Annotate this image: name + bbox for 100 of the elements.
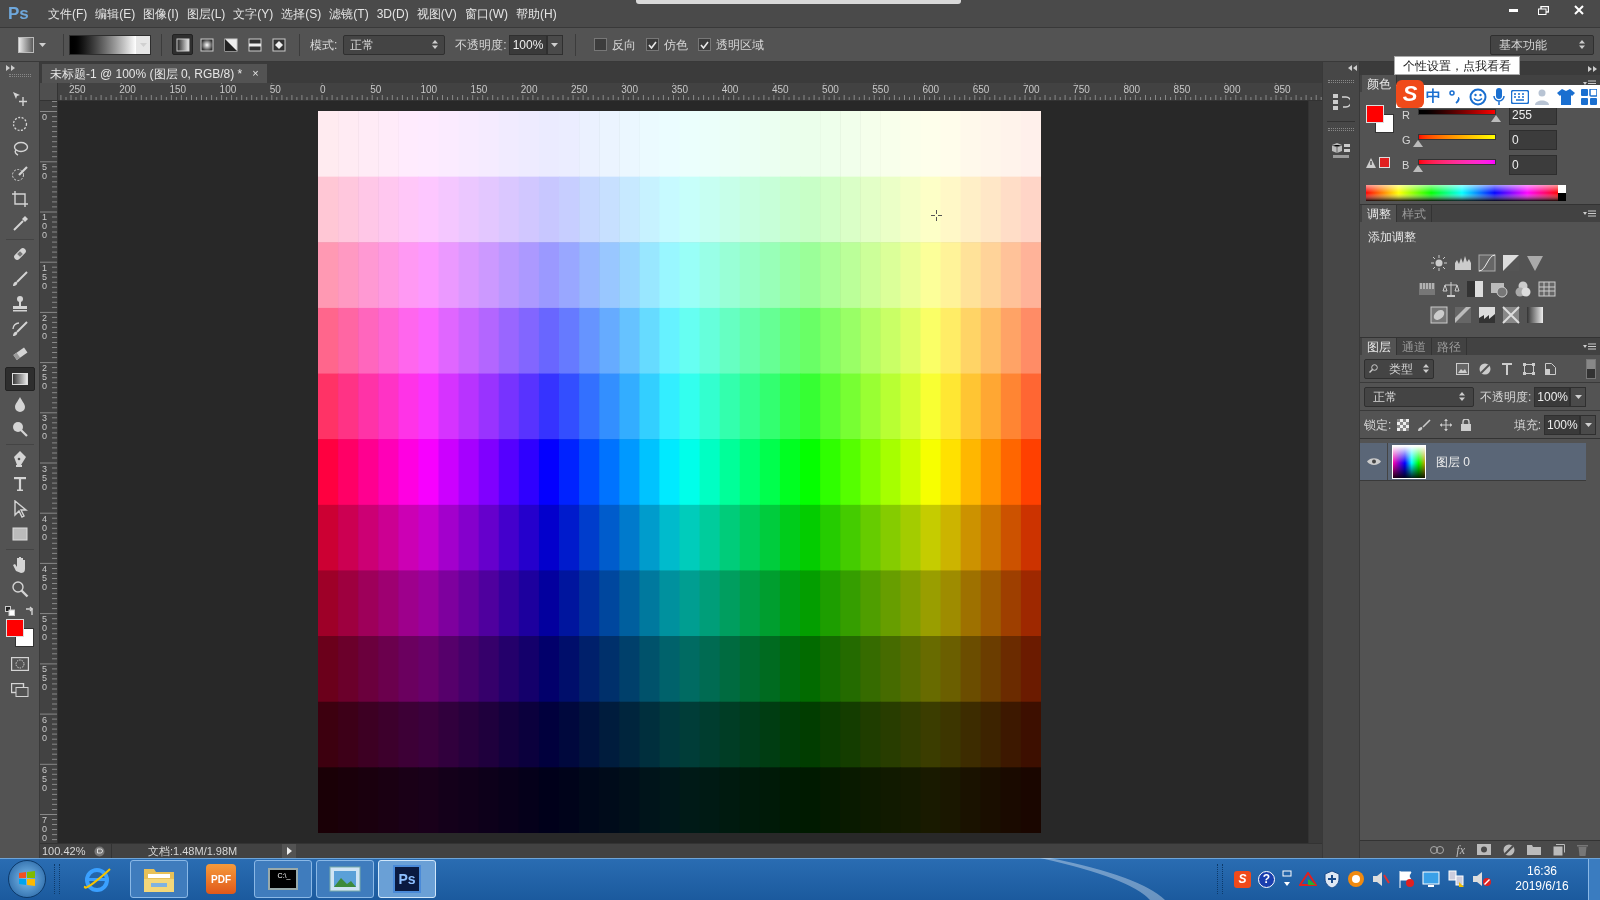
- filter-toggle[interactable]: [1586, 358, 1596, 379]
- close-tab-button[interactable]: ×: [252, 65, 259, 82]
- grid-icon[interactable]: [1538, 280, 1556, 298]
- ime-logo[interactable]: S: [1396, 80, 1424, 108]
- swap-colors-icon[interactable]: [24, 606, 35, 616]
- smiley-icon[interactable]: [1469, 87, 1487, 106]
- workspace-select[interactable]: 基本功能: [1490, 34, 1594, 55]
- punctuation-icon[interactable]: [1447, 88, 1463, 105]
- type-filter-icon[interactable]: [1501, 362, 1513, 375]
- menu-item[interactable]: 图层(L): [182, 4, 230, 23]
- gamut-color-swatch[interactable]: [1379, 157, 1390, 168]
- menu-item[interactable]: 视图(V): [412, 4, 461, 23]
- blend-mode-select[interactable]: 正常: [1364, 386, 1474, 407]
- shape-filter-icon[interactable]: [1523, 362, 1535, 375]
- help-tray-icon[interactable]: ?: [1258, 870, 1275, 888]
- taskbar-app-button[interactable]: [316, 860, 374, 898]
- threshold-icon[interactable]: [1478, 306, 1496, 324]
- mask-icon[interactable]: [1477, 844, 1491, 855]
- fill-field[interactable]: 100%: [1544, 414, 1580, 435]
- filter-select[interactable]: 类型: [1364, 358, 1434, 379]
- menu-item[interactable]: 选择(S): [277, 4, 326, 23]
- menu-item[interactable]: 窗口(W): [460, 4, 512, 23]
- scales-icon[interactable]: [1442, 280, 1460, 298]
- layer-opacity-field[interactable]: 100%: [1534, 386, 1571, 407]
- layer-row[interactable]: 图层 0: [1360, 443, 1586, 481]
- checkbox[interactable]: [645, 38, 659, 51]
- image-filter-icon[interactable]: [1456, 362, 1469, 375]
- menu-item[interactable]: 滤镜(T): [325, 4, 373, 23]
- checkbox[interactable]: [593, 38, 607, 51]
- layer-style-button[interactable]: fx: [1456, 840, 1465, 859]
- flag-tray-icon[interactable]: [1397, 870, 1415, 888]
- adjustment-layer-icon[interactable]: [1503, 843, 1515, 856]
- network-tray-icon[interactable]: [1447, 870, 1465, 888]
- panel-tab[interactable]: 颜色: [1362, 75, 1397, 92]
- triangle-icon[interactable]: [1526, 254, 1544, 272]
- clock[interactable]: 16:36 2019/6/16: [1507, 864, 1577, 894]
- shirt-icon[interactable]: [1557, 88, 1575, 105]
- triangle-tray-icon[interactable]: [1299, 872, 1317, 886]
- speaker-tray-icon[interactable]: [1372, 871, 1390, 887]
- curves-icon[interactable]: [1478, 254, 1496, 272]
- gradient-tool-button[interactable]: [4, 367, 35, 391]
- gradient-map-icon[interactable]: [1526, 306, 1544, 324]
- menu-item[interactable]: 文字(Y): [229, 4, 278, 23]
- lock-transparency-icon[interactable]: [1397, 418, 1410, 431]
- channel-value-field[interactable]: 0: [1509, 155, 1557, 175]
- start-button[interactable]: [8, 860, 46, 898]
- color-spectrum-bar[interactable]: [1366, 185, 1566, 201]
- link-icon[interactable]: [1430, 845, 1445, 854]
- shield-tray-icon[interactable]: [1324, 870, 1340, 888]
- slider-thumb[interactable]: [1491, 115, 1501, 122]
- taskbar-app-button[interactable]: Ps: [378, 860, 436, 898]
- panel-tab[interactable]: 调整: [1362, 205, 1397, 222]
- ime-tray-icon[interactable]: S: [1234, 870, 1251, 888]
- lock-icon[interactable]: [1461, 418, 1472, 431]
- menu-item[interactable]: 帮助(H): [512, 4, 561, 23]
- document-tab[interactable]: 未标题-1 @ 100% (图层 0, RGB/8) * ×: [42, 64, 267, 83]
- menu-item[interactable]: 3D(D): [372, 4, 413, 23]
- checkbox[interactable]: [697, 38, 711, 51]
- fill-dropdown-button[interactable]: [1580, 414, 1596, 435]
- display-tray-icon[interactable]: [1422, 870, 1440, 888]
- taskbar-app-button[interactable]: [130, 860, 188, 898]
- menu-item[interactable]: 文件(F): [44, 4, 92, 23]
- circles-icon[interactable]: [1514, 280, 1532, 298]
- microphone-icon[interactable]: [1493, 87, 1505, 106]
- menu-item[interactable]: 图像(I): [139, 4, 183, 23]
- slider-thumb[interactable]: [1413, 140, 1423, 147]
- vertical-scrollbar[interactable]: [1308, 101, 1322, 843]
- status-menu-button[interactable]: [282, 844, 296, 858]
- keyboard-icon[interactable]: [1511, 89, 1529, 104]
- mute-tray-icon[interactable]: [1472, 870, 1492, 888]
- posterize-icon[interactable]: [1454, 306, 1472, 324]
- smart-object-filter-icon[interactable]: [1545, 362, 1556, 375]
- gradient-picker[interactable]: [69, 34, 151, 55]
- status-info-icon[interactable]: [94, 845, 105, 857]
- menu-item[interactable]: 编辑(E): [91, 4, 140, 23]
- panel-menu-icon[interactable]: [1583, 210, 1596, 217]
- gradient-type-button[interactable]: [172, 34, 193, 55]
- cross-square-icon[interactable]: [1502, 306, 1520, 324]
- bars-icon[interactable]: [1418, 280, 1436, 298]
- panel-menu-icon[interactable]: [1583, 343, 1596, 350]
- color-swatches-icon[interactable]: [4, 618, 35, 648]
- folder-icon[interactable]: [1527, 844, 1541, 855]
- expand-arrows-icon[interactable]: [1588, 65, 1597, 72]
- panel-tab[interactable]: 图层: [1362, 338, 1397, 355]
- lock-move-icon[interactable]: [1440, 418, 1453, 431]
- half-square-icon[interactable]: [1466, 280, 1484, 298]
- panel-tab[interactable]: 样式: [1397, 205, 1432, 222]
- default-colors-icon[interactable]: [4, 606, 15, 616]
- slider-thumb[interactable]: [1413, 165, 1423, 172]
- opacity-field[interactable]: 100%: [508, 34, 547, 55]
- color-swatches-icon[interactable]: [1365, 104, 1395, 134]
- panel-tab[interactable]: 路径: [1432, 338, 1467, 355]
- ime-mode-button[interactable]: 中: [1426, 85, 1441, 108]
- expand-tray-icon[interactable]: [1282, 870, 1292, 888]
- mode-select[interactable]: 正常: [343, 34, 446, 55]
- sun-icon[interactable]: [1430, 254, 1448, 272]
- collapse-arrows-icon[interactable]: [1348, 65, 1357, 71]
- panel-tab[interactable]: 通道: [1397, 338, 1432, 355]
- lock-brush-icon[interactable]: [1418, 418, 1432, 431]
- grid-icon[interactable]: [1581, 88, 1597, 105]
